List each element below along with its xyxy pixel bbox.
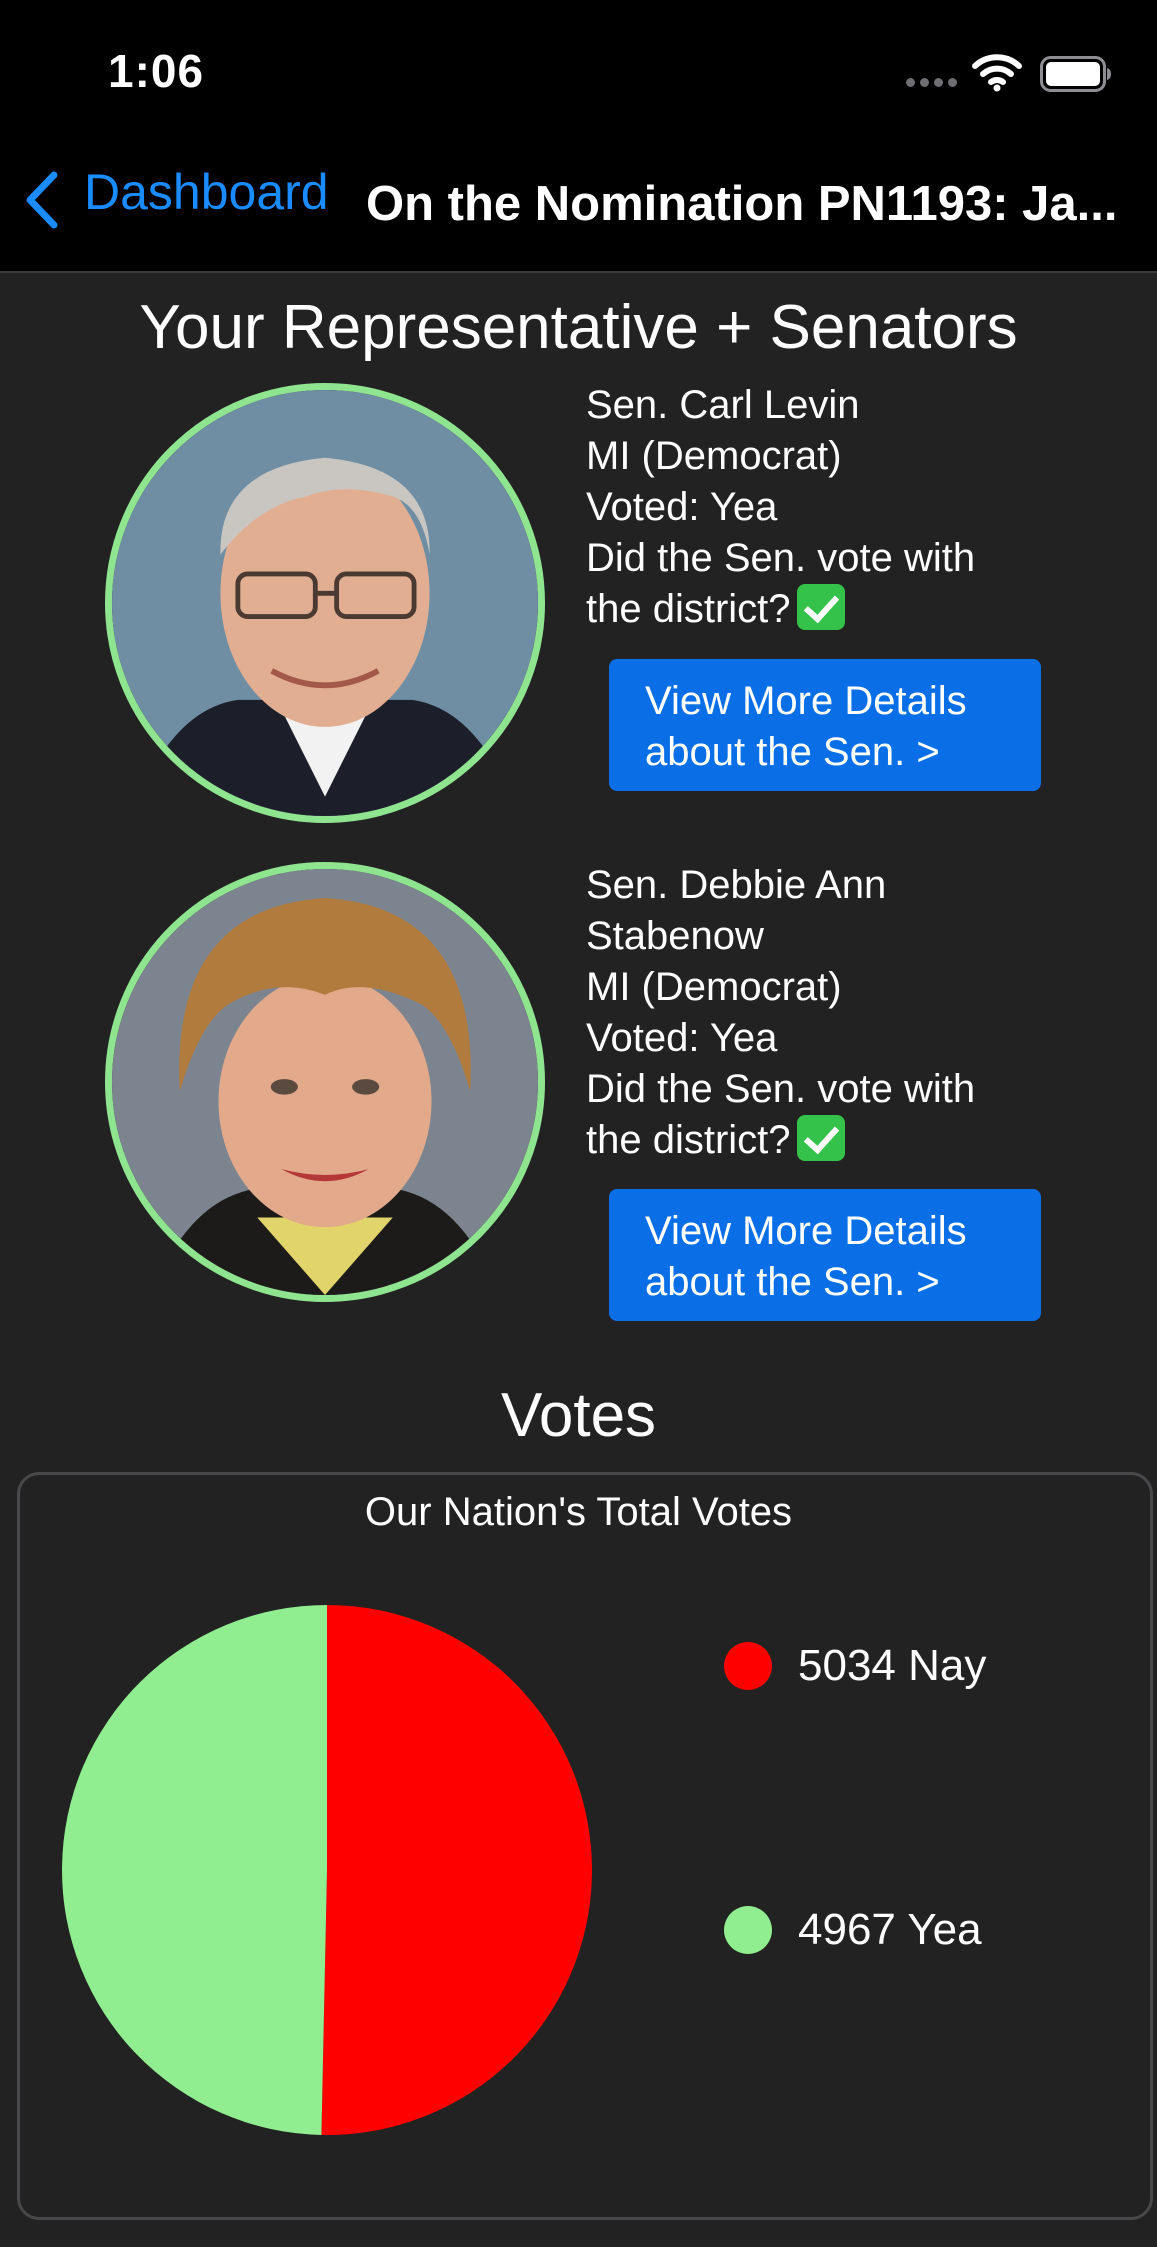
senator-2-party: MI (Democrat) [586, 965, 842, 1009]
header-divider [0, 271, 1157, 273]
senator-1-district-line: the district? [586, 584, 1056, 635]
senator-1-details-label-1: View More Details [645, 679, 967, 723]
votes-pie-chart [62, 1605, 592, 2135]
page-title: On the Nomination PN1193: Ja... [366, 177, 1118, 231]
senator-1-portrait-image [112, 390, 538, 816]
senator-2-district-text: the district? [586, 1118, 791, 1162]
senator-2-details-button[interactable]: View More Details about the Sen. > [609, 1189, 1041, 1321]
senator-2-name-line-2: Stabenow [586, 914, 764, 958]
senator-1-photo [105, 383, 545, 823]
back-button-label: Dashboard [84, 164, 329, 220]
senator-1-vote: Voted: Yea [586, 485, 778, 529]
senator-2-district-question: Did the Sen. vote with [586, 1067, 976, 1111]
senator-2-district-line: the district? [586, 1115, 1056, 1166]
senator-2-name-line-1: Sen. Debbie Ann [586, 863, 887, 907]
legend-label-yea: 4967 Yea [798, 1905, 982, 1954]
legend-swatch-yea [724, 1906, 772, 1954]
battery-icon [1040, 56, 1111, 92]
pie-slice-nay [321, 1605, 592, 2135]
senator-1-details-label-2: about the Sen. > [645, 730, 940, 774]
senator-1-name: Sen. Carl Levin [586, 383, 860, 427]
senator-2-info: Sen. Debbie Ann Stabenow MI (Democrat) V… [586, 860, 1056, 1166]
wifi-icon [972, 54, 1022, 92]
senator-2-vote: Voted: Yea [586, 1016, 778, 1060]
senator-2-portrait-image [112, 869, 538, 1295]
back-button[interactable]: Dashboard [22, 162, 329, 238]
senator-2-details-label-2: about the Sen. > [645, 1260, 940, 1304]
cellular-signal-icon [906, 78, 958, 88]
senator-1-district-text: the district? [586, 587, 791, 631]
legend-item-yea: 4967 Yea [724, 1900, 982, 1960]
senator-1-party: MI (Democrat) [586, 434, 842, 478]
chart-title: Our Nation's Total Votes [364, 1490, 793, 1534]
check-mark-icon [796, 1115, 845, 1161]
check-mark-icon [796, 584, 845, 630]
legend-label-nay: 5034 Nay [798, 1641, 987, 1690]
legend-item-nay: 5034 Nay [724, 1636, 986, 1696]
status-time: 1:06 [108, 45, 205, 97]
chevron-left-icon [26, 171, 58, 229]
senator-2-details-label-1: View More Details [645, 1209, 967, 1253]
screen: 1:06 Dashboard On the Nomination PN1193:… [0, 0, 1157, 2247]
representatives-heading: Your Representative + Senators [139, 293, 1018, 362]
legend-swatch-nay [724, 1642, 772, 1690]
votes-heading: Votes [500, 1381, 657, 1450]
senator-1-info: Sen. Carl Levin MI (Democrat) Voted: Yea… [586, 380, 1056, 635]
senator-1-details-button[interactable]: View More Details about the Sen. > [609, 659, 1041, 791]
senator-2-photo [105, 862, 545, 1302]
navigation-header: 1:06 Dashboard On the Nomination PN1193:… [0, 0, 1157, 271]
senator-1-district-question: Did the Sen. vote with [586, 536, 976, 580]
pie-slice-yea [62, 1605, 327, 2135]
